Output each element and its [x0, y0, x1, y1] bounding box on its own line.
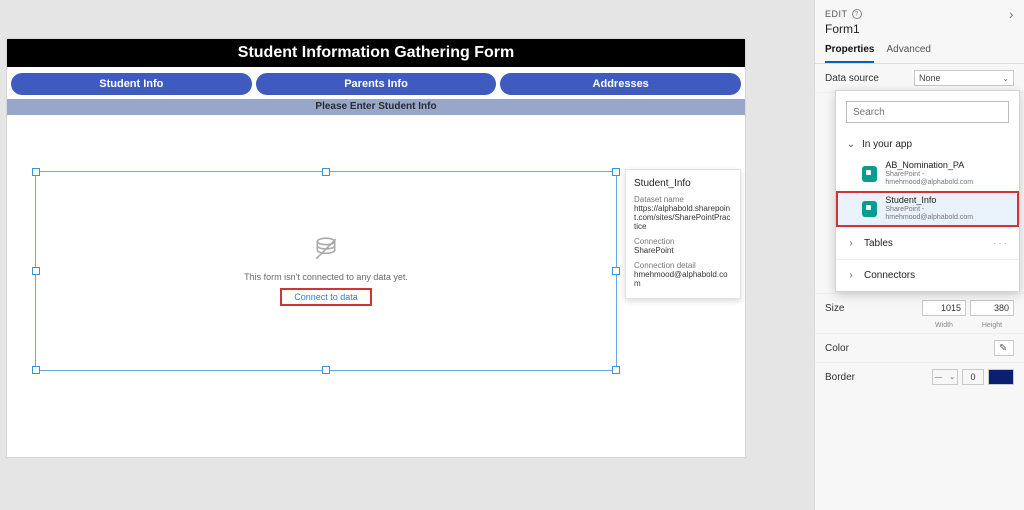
tooltip-label: Connection detail: [634, 261, 732, 270]
tab-student-info[interactable]: Student Info: [11, 73, 252, 95]
resize-handle[interactable]: [322, 168, 330, 176]
data-source-value: None: [919, 73, 941, 83]
tab-parents-info[interactable]: Parents Info: [256, 73, 497, 95]
panel-tabs: Properties Advanced: [815, 40, 1024, 64]
border-color-swatch[interactable]: [988, 369, 1014, 385]
form1-control[interactable]: This form isn't connected to any data ye…: [35, 171, 617, 371]
color-row: Color ✎: [815, 333, 1024, 362]
app-canvas: Student Information Gathering Form Stude…: [6, 38, 746, 458]
datasource-sub: SharePoint - hmehmood@alphabold.com: [885, 171, 1009, 186]
resize-handle[interactable]: [32, 267, 40, 275]
edit-icon: ✎: [999, 343, 1007, 354]
tooltip-label: Dataset name: [634, 195, 732, 204]
chevron-down-icon: ⌄: [949, 373, 955, 381]
tooltip-label: Connection: [634, 237, 732, 246]
sharepoint-icon: [862, 201, 877, 217]
help-icon[interactable]: ?: [852, 9, 862, 19]
canvas-area: Student Information Gathering Form Stude…: [0, 0, 814, 510]
connectors-row[interactable]: › Connectors: [836, 259, 1019, 291]
tables-row[interactable]: › Tables ···: [836, 227, 1019, 259]
form-empty-text: This form isn't connected to any data ye…: [244, 272, 408, 282]
border-label: Border: [825, 372, 932, 383]
tabs-row: Student Info Parents Info Addresses: [7, 67, 745, 99]
tables-label: Tables: [864, 238, 893, 249]
edit-label: EDIT: [825, 9, 848, 19]
chevron-right-icon: ›: [846, 238, 856, 249]
size-label: Size: [825, 303, 918, 314]
tooltip-value: SharePoint: [634, 246, 732, 255]
tooltip-value: https://alphabold.sharepoint.com/sites/S…: [634, 204, 732, 231]
tooltip-title: Student_Info: [634, 178, 732, 189]
size-row: Size 1015 380: [815, 293, 1024, 322]
datasource-sub: SharePoint - hmehmood@alphabold.com: [885, 206, 1009, 221]
chevron-down-icon: ⌄: [846, 139, 856, 150]
connect-to-data-link[interactable]: Connect to data: [280, 288, 372, 306]
resize-handle[interactable]: [612, 366, 620, 374]
app-title-bar: Student Information Gathering Form: [7, 39, 745, 67]
database-icon: [313, 236, 339, 262]
resize-handle[interactable]: [32, 168, 40, 176]
border-line-icon: —: [935, 374, 942, 381]
tab-advanced[interactable]: Advanced: [886, 40, 930, 63]
panel-header: EDIT ? ›: [815, 0, 1024, 22]
more-icon[interactable]: ···: [993, 238, 1009, 249]
color-label: Color: [825, 343, 994, 354]
resize-handle[interactable]: [612, 267, 620, 275]
data-source-select[interactable]: None ⌄: [914, 70, 1014, 86]
size-sublabels: Width Height: [815, 322, 1024, 333]
resize-handle[interactable]: [322, 366, 330, 374]
height-label: Height: [970, 322, 1014, 329]
sub-bar: Please Enter Student Info: [7, 99, 745, 115]
datasource-name: Student_Info: [885, 196, 1009, 206]
resize-handle[interactable]: [32, 366, 40, 374]
in-your-app-label: In your app: [862, 139, 912, 150]
sharepoint-icon: [862, 166, 877, 182]
tab-addresses[interactable]: Addresses: [500, 73, 741, 95]
width-label: Width: [922, 322, 966, 329]
data-source-row: Data source None ⌄: [815, 64, 1024, 93]
data-source-label: Data source: [825, 73, 914, 84]
datasource-name: AB_Nomination_PA: [885, 161, 1009, 171]
data-source-popup: ⌄ In your app AB_Nomination_PA SharePoin…: [835, 90, 1020, 292]
border-row: Border — ⌄ 0: [815, 362, 1024, 391]
chevron-down-icon: ⌄: [1002, 74, 1009, 83]
connectors-label: Connectors: [864, 270, 915, 281]
datasource-tooltip: Student_Info Dataset name https://alphab…: [625, 169, 741, 299]
data-source-search-input[interactable]: [846, 101, 1009, 123]
border-style-select[interactable]: — ⌄: [932, 369, 958, 385]
size-height-input[interactable]: 380: [970, 300, 1014, 316]
collapse-panel-icon[interactable]: ›: [1009, 6, 1014, 22]
border-width-input[interactable]: 0: [962, 369, 984, 385]
element-name: Form1: [815, 22, 1024, 40]
size-width-input[interactable]: 1015: [922, 300, 966, 316]
color-picker[interactable]: ✎: [994, 340, 1014, 356]
datasource-item[interactable]: AB_Nomination_PA SharePoint - hmehmood@a…: [836, 156, 1019, 191]
tooltip-value: hmehmood@alphabold.com: [634, 270, 732, 288]
tab-properties[interactable]: Properties: [825, 40, 874, 63]
chevron-right-icon: ›: [846, 270, 856, 281]
datasource-item-selected[interactable]: Student_Info SharePoint - hmehmood@alpha…: [836, 191, 1019, 226]
resize-handle[interactable]: [612, 168, 620, 176]
in-your-app-section[interactable]: ⌄ In your app: [836, 133, 1019, 156]
properties-panel: EDIT ? › Form1 Properties Advanced Data …: [814, 0, 1024, 510]
